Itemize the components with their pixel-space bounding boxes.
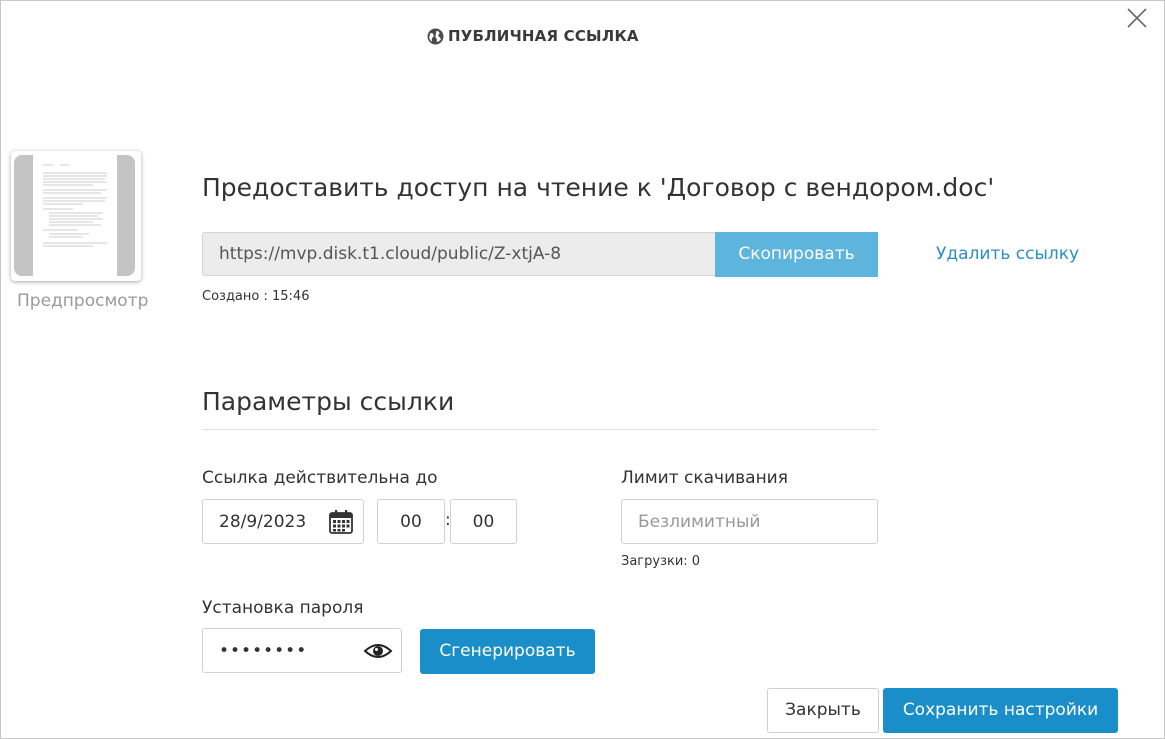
expiry-date-input[interactable]: 28/9/2023: [202, 499, 364, 544]
dialog-title-text: ПУБЛИЧНАЯ ССЫЛКА: [448, 27, 639, 45]
public-link-dialog: ПУБЛИЧНАЯ ССЫЛКА Предпросмотр Предостави…: [0, 0, 1165, 739]
generate-password-button[interactable]: Сгенерировать: [420, 629, 595, 674]
preview-thumbnail: [14, 155, 135, 276]
eye-icon[interactable]: [363, 640, 393, 662]
public-url-field[interactable]: https://mvp.disk.t1.cloud/public/Z-xtjA-…: [202, 232, 715, 276]
password-input[interactable]: ••••••••: [202, 628, 402, 673]
globe-icon: [427, 28, 444, 44]
delete-link-button[interactable]: Удалить ссылку: [936, 244, 1079, 264]
expiry-minute-input[interactable]: 00: [450, 499, 517, 544]
document-preview[interactable]: [11, 151, 141, 281]
download-limit-input[interactable]: Безлимитный: [621, 499, 878, 544]
valid-until-label: Ссылка действительна до: [202, 468, 438, 488]
link-params-title: Параметры ссылки: [202, 387, 455, 416]
password-label: Установка пароля: [202, 598, 364, 618]
created-time: Создано : 15:46: [202, 289, 310, 304]
section-divider: [202, 429, 878, 430]
share-heading: Предоставить доступ на чтение к 'Договор…: [202, 173, 995, 202]
calendar-icon[interactable]: [327, 508, 355, 536]
expiry-hour-input[interactable]: 00: [377, 499, 445, 544]
download-limit-label: Лимит скачивания: [621, 468, 788, 488]
preview-label: Предпросмотр: [17, 291, 149, 311]
downloads-count: Загрузки: 0: [621, 554, 701, 569]
copy-link-button[interactable]: Скопировать: [715, 232, 878, 277]
password-value: ••••••••: [219, 640, 308, 661]
document-page-thumbnail: [33, 155, 117, 276]
close-button[interactable]: Закрыть: [767, 688, 879, 733]
dialog-title: ПУБЛИЧНАЯ ССЫЛКА: [427, 27, 639, 45]
close-icon[interactable]: [1124, 5, 1150, 31]
expiry-date-value: 28/9/2023: [219, 511, 307, 532]
save-settings-button[interactable]: Сохранить настройки: [883, 688, 1118, 733]
